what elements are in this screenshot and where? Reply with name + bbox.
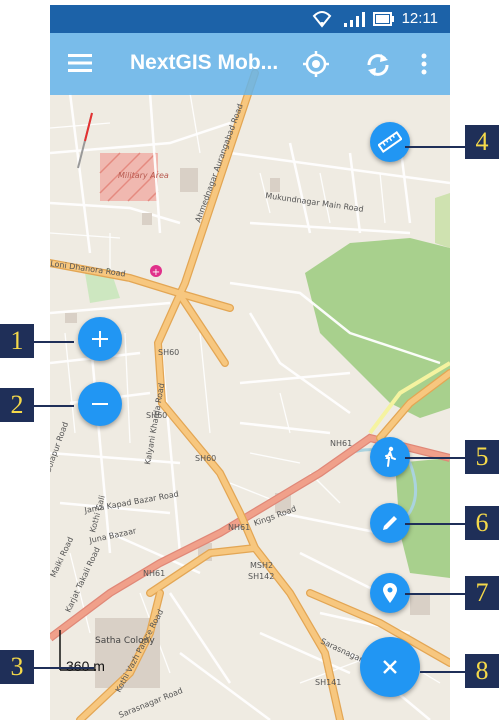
pin-icon bbox=[383, 583, 397, 603]
walk-icon bbox=[385, 446, 396, 467]
track-walk-button[interactable] bbox=[370, 437, 410, 477]
wifi-icon bbox=[312, 11, 332, 28]
map-label: NH61 bbox=[228, 523, 250, 532]
callout-line bbox=[405, 593, 465, 595]
callout-8: 8 bbox=[465, 654, 499, 688]
locate-icon[interactable] bbox=[302, 50, 330, 78]
callout-4: 4 bbox=[465, 125, 499, 159]
callout-6: 6 bbox=[465, 506, 499, 540]
callout-5: 5 bbox=[465, 440, 499, 474]
zoom-out-button[interactable] bbox=[78, 382, 122, 426]
signal-icon bbox=[344, 12, 365, 27]
sync-icon[interactable] bbox=[364, 51, 392, 79]
status-time: 12:11 bbox=[401, 10, 438, 27]
callout-line bbox=[420, 671, 465, 673]
callout-line bbox=[34, 667, 94, 669]
map-label: NH61 bbox=[330, 439, 352, 448]
callout-1: 1 bbox=[0, 324, 34, 358]
minus-icon bbox=[92, 403, 108, 405]
close-icon bbox=[383, 660, 397, 674]
scale-bar: 360 m bbox=[58, 630, 105, 677]
battery-icon bbox=[373, 12, 394, 26]
callout-line bbox=[405, 146, 465, 148]
status-bar: 12:11 bbox=[50, 5, 450, 33]
map-label: MSH2 bbox=[250, 561, 273, 570]
app-title: NextGIS Mob... bbox=[130, 51, 279, 74]
callout-3: 3 bbox=[0, 650, 34, 684]
callout-line bbox=[405, 457, 465, 459]
menu-icon[interactable] bbox=[68, 53, 92, 73]
ruler-button[interactable] bbox=[370, 122, 410, 162]
callout-line bbox=[34, 341, 74, 343]
plus-icon bbox=[92, 331, 108, 347]
edit-button[interactable] bbox=[370, 503, 410, 543]
callout-line bbox=[34, 405, 74, 407]
svg-text:+: + bbox=[152, 267, 160, 278]
app-bar: NextGIS Mob... bbox=[50, 33, 450, 95]
phone-screen: + Military Area Mukundnagar Main Road Ah… bbox=[50, 5, 450, 720]
scale-label: 360 m bbox=[66, 658, 105, 674]
map-label: Military Area bbox=[118, 171, 169, 180]
overflow-menu-icon[interactable] bbox=[420, 52, 428, 76]
map-label: SH60 bbox=[158, 348, 179, 357]
map-label: SH141 bbox=[315, 678, 341, 687]
close-fab-button[interactable] bbox=[360, 637, 420, 697]
map-label: SH142 bbox=[248, 572, 274, 581]
add-point-button[interactable] bbox=[370, 573, 410, 613]
zoom-in-button[interactable] bbox=[78, 317, 122, 361]
callout-7: 7 bbox=[465, 576, 499, 610]
map-label: SH60 bbox=[195, 454, 216, 463]
map-label: NH61 bbox=[143, 569, 165, 578]
callout-2: 2 bbox=[0, 388, 34, 422]
callout-line bbox=[405, 523, 465, 525]
pencil-icon bbox=[383, 516, 397, 530]
ruler-icon bbox=[378, 131, 402, 153]
